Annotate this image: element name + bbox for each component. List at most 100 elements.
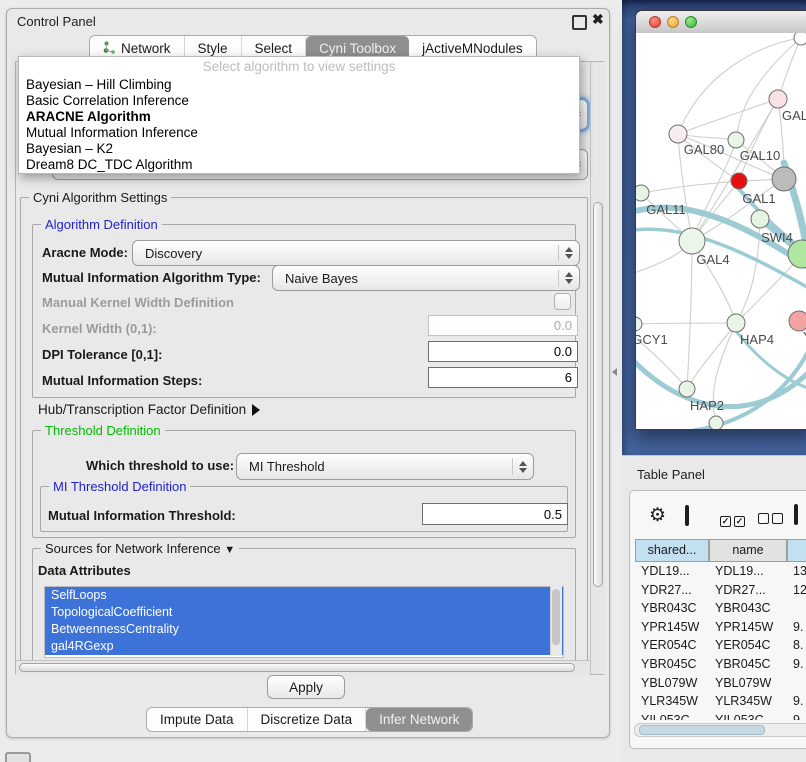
node-label: HAP2	[690, 398, 724, 413]
table-cell: YBR043C	[635, 599, 709, 618]
network-node[interactable]	[772, 167, 796, 191]
network-canvas[interactable]: GALGAL80GAL10GAL1GAL11SWI4GAL4GCY1HAP4YH…	[636, 33, 806, 429]
table-row[interactable]: YDR27...YDR27...12	[635, 581, 806, 600]
network-edge	[736, 38, 801, 140]
network-node-gal4[interactable]	[679, 228, 705, 254]
manual-kernel-width-label: Manual Kernel Width Definition	[42, 295, 234, 310]
table-row[interactable]: YBR045CYBR045C9.	[635, 655, 806, 674]
network-node-gcy1[interactable]	[636, 317, 642, 331]
table-row[interactable]: YIL053CYIL053C9	[635, 711, 806, 720]
node-label: GAL80	[684, 142, 724, 157]
table-cell: YPR145W	[635, 618, 709, 637]
node-label: HAP4	[740, 332, 774, 347]
table-cell: YBL079W	[709, 674, 787, 693]
list-item[interactable]: gal4RGexp	[45, 638, 563, 655]
table-cell	[787, 599, 806, 618]
table-row[interactable]: YLR345WYLR345W9.	[635, 692, 806, 711]
table-row[interactable]: YBR043CYBR043C	[635, 599, 806, 618]
sources-group-title[interactable]: Sources for Network Inference ▼	[41, 541, 239, 556]
column-header[interactable]: name	[709, 540, 787, 561]
table-cell: 8.	[787, 636, 806, 655]
hub-section-toggle[interactable]: Hub/Transcription Factor Definition	[38, 402, 260, 417]
tab-infer-network[interactable]: Infer Network	[366, 708, 472, 731]
expand-arrow-icon	[252, 404, 260, 416]
combo-arrows-icon	[512, 458, 533, 476]
combo-arrows-icon	[558, 245, 579, 262]
group-title: Threshold Definition	[41, 423, 165, 438]
dropdown-item[interactable]: Bayesian – Hill Climbing	[19, 77, 579, 93]
node-label: GAL11	[646, 202, 686, 217]
table-row[interactable]: YPR145WYPR145W9.	[635, 618, 806, 637]
column-header[interactable]: shared...	[635, 540, 709, 561]
network-node-gal1[interactable]	[731, 173, 747, 189]
dropdown-item[interactable]: ARACNE Algorithm	[19, 109, 579, 125]
settings-vertical-scrollbar[interactable]	[590, 62, 605, 674]
unchecked-pair-icon[interactable]	[758, 511, 783, 529]
dpi-tolerance-field[interactable]	[428, 341, 578, 362]
network-node-swi4[interactable]	[751, 210, 769, 228]
settings-horizontal-scrollbar[interactable]	[16, 660, 590, 675]
which-threshold-combobox[interactable]: MI Threshold	[236, 453, 534, 480]
document-icon[interactable]	[794, 506, 798, 524]
screen: Control Panel ✖ NetworkStyleSelectCyni T…	[0, 0, 806, 762]
table-horizontal-scrollbar[interactable]	[634, 723, 806, 737]
dpi-tolerance-label: DPI Tolerance [0,1]:	[42, 347, 162, 362]
table-cell: YBR043C	[709, 599, 787, 618]
kernel-width-field[interactable]	[428, 315, 578, 336]
data-attributes-list[interactable]: SelfLoopsTopologicalCoefficientBetweenne…	[44, 586, 564, 658]
panel-splitter-arrow[interactable]	[612, 368, 617, 376]
network-node-gal11[interactable]	[636, 185, 649, 201]
dropdown-item[interactable]: Mutual Information Inference	[19, 125, 579, 141]
table-cell: YDL19...	[635, 562, 709, 581]
close-traffic-light[interactable]	[649, 16, 661, 28]
kernel-width-label: Kernel Width (0,1):	[42, 321, 157, 336]
network-node[interactable]	[794, 33, 806, 45]
column-header[interactable]	[787, 540, 806, 561]
network-edge	[678, 99, 778, 134]
aracne-mode-combobox[interactable]: Discovery	[132, 240, 580, 266]
checked-pair-icon[interactable]: ✓✓	[720, 511, 745, 529]
table-panel-card: ⚙ ✓✓ shared...nameYDL19...YDL19...13YDR2…	[629, 490, 806, 749]
mi-algorithm-type-combobox[interactable]: Naive Bayes	[272, 265, 580, 291]
attribute-list-scrollbar[interactable]	[550, 586, 562, 656]
gear-icon[interactable]: ⚙	[649, 504, 666, 527]
network-node-gal[interactable]	[769, 90, 787, 108]
table-cell: YDR27...	[709, 581, 787, 600]
network-node-y[interactable]	[789, 311, 806, 331]
network-node-hap4[interactable]	[727, 314, 745, 332]
dropdown-item[interactable]: Dream8 DC_TDC Algorithm	[19, 157, 579, 173]
table-row[interactable]: YER054CYER054C8.	[635, 636, 806, 655]
table-row[interactable]: YBL079WYBL079W	[635, 674, 806, 693]
zoom-traffic-light[interactable]	[685, 16, 697, 28]
dropdown-item[interactable]: Basic Correlation Inference	[19, 93, 579, 109]
table-cell: YER054C	[709, 636, 787, 655]
close-icon[interactable]: ✖	[592, 11, 604, 28]
float-icon[interactable]	[572, 15, 587, 30]
list-item[interactable]: SelfLoops	[45, 587, 563, 604]
aracne-mode-label: Aracne Mode:	[42, 245, 128, 260]
network-node-hap2[interactable]	[679, 381, 695, 397]
network-node-gal80[interactable]	[669, 125, 687, 143]
control-panel-titlebar: Control Panel ✖	[7, 9, 609, 35]
table-row[interactable]: YDL19...YDL19...13	[635, 562, 806, 581]
list-item[interactable]: TopologicalCoefficient	[45, 604, 563, 621]
dropdown-item[interactable]: Bayesian – K2	[19, 141, 579, 157]
manual-kernel-width-checkbox[interactable]	[554, 293, 571, 310]
mi-steps-field[interactable]	[428, 367, 578, 388]
network-node[interactable]	[709, 416, 723, 429]
node-label: GAL	[782, 108, 806, 123]
window-grip-icon[interactable]	[5, 752, 31, 762]
tab-discretize-data[interactable]: Discretize Data	[248, 708, 367, 731]
mi-threshold-field[interactable]	[422, 503, 568, 525]
split-columns-icon[interactable]	[685, 507, 689, 525]
list-item[interactable]: BetweennessCentrality	[45, 621, 563, 638]
tab-impute-data[interactable]: Impute Data	[147, 708, 248, 731]
network-node-gal10[interactable]	[728, 132, 744, 148]
table-cell: YBR045C	[709, 655, 787, 674]
node-label: GAL4	[696, 252, 729, 267]
table-cell: YDL19...	[709, 562, 787, 581]
apply-button[interactable]: Apply	[267, 675, 345, 699]
minimize-traffic-light[interactable]	[667, 16, 679, 28]
network-edge	[691, 339, 806, 429]
tab-label: Style	[198, 41, 228, 56]
